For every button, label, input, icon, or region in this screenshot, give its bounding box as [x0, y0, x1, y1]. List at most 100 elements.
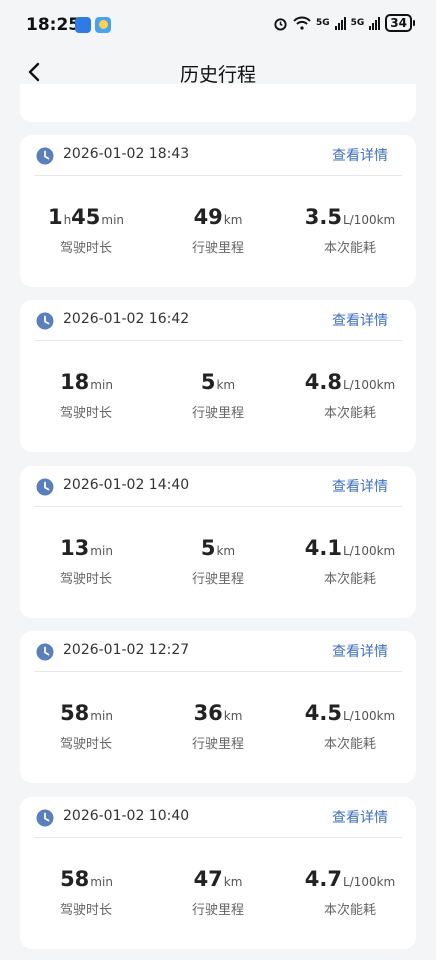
duration-label: 驾驶时长	[59, 241, 112, 256]
trip-datetime: 2026-01-02 14:40	[63, 477, 190, 493]
consumption-value: 4.8L/100km	[284, 370, 416, 398]
distance-value: 5km	[152, 536, 284, 564]
consumption-unit: L/100km	[342, 378, 396, 392]
consumption-stat: 4.1L/100km 本次能耗	[284, 536, 416, 587]
distance-unit: km	[223, 213, 243, 227]
distance-stat: 5km 行驶里程	[152, 370, 284, 421]
distance-label: 行驶里程	[191, 903, 244, 918]
app-notification-icon	[75, 17, 91, 33]
trip-datetime: 2026-01-02 12:27	[63, 642, 190, 658]
distance-number: 5	[200, 536, 216, 560]
distance-label: 行驶里程	[191, 241, 244, 256]
view-details-link[interactable]: 查看详情	[332, 641, 388, 661]
duration-label: 驾驶时长	[59, 737, 112, 752]
divider	[34, 837, 402, 838]
consumption-number: 4.8	[304, 370, 342, 394]
view-details-link[interactable]: 查看详情	[332, 476, 388, 496]
trip-card[interactable]: 2026-01-02 10:40 查看详情 58min 驾驶时长 47km 行驶…	[20, 797, 416, 949]
divider	[34, 175, 402, 176]
consumption-number: 4.1	[304, 536, 342, 560]
distance-value: 49km	[152, 205, 284, 233]
network-type-2: 5G	[350, 18, 365, 28]
trip-card-header: 2026-01-02 14:40 查看详情	[20, 466, 416, 506]
trip-card-header: 2026-01-02 10:40 查看详情	[20, 797, 416, 837]
trip-datetime: 2026-01-02 10:40	[63, 808, 190, 824]
duration-minutes-unit: min	[90, 378, 113, 392]
status-bar: 18:25 5G 5G 34	[0, 0, 436, 52]
duration-minutes: 45	[71, 205, 101, 229]
signal-icon	[334, 16, 346, 30]
trip-card-header: 2026-01-02 18:43 查看详情	[20, 135, 416, 175]
trip-card-header: 2026-01-02 16:42 查看详情	[20, 300, 416, 340]
status-time: 18:25	[26, 15, 81, 35]
trip-stats: 18min 驾驶时长 5km 行驶里程 4.8L/100km 本次能耗	[20, 370, 416, 421]
consumption-value: 3.5L/100km	[284, 205, 416, 233]
duration-minutes: 13	[60, 536, 90, 560]
wifi-icon	[293, 16, 311, 30]
duration-stat: 1h45min 驾驶时长	[20, 205, 152, 256]
duration-hours: 1	[47, 205, 63, 229]
consumption-stat: 4.7L/100km 本次能耗	[284, 867, 416, 918]
consumption-unit: L/100km	[342, 875, 396, 889]
trip-card-header: 2026-01-02 12:27 查看详情	[20, 631, 416, 671]
duration-value: 58min	[20, 867, 152, 895]
trip-stats: 58min 驾驶时长 47km 行驶里程 4.7L/100km 本次能耗	[20, 867, 416, 918]
trip-card[interactable]: 2026-01-02 12:27 查看详情 58min 驾驶时长 36km 行驶…	[20, 631, 416, 783]
duration-stat: 58min 驾驶时长	[20, 701, 152, 752]
distance-label: 行驶里程	[191, 572, 244, 587]
distance-number: 47	[193, 867, 223, 891]
trip-card[interactable]: 2026-01-02 18:43 查看详情 1h45min 驾驶时长 49km …	[20, 135, 416, 287]
consumption-number: 3.5	[304, 205, 342, 229]
duration-value: 1h45min	[20, 205, 152, 233]
duration-label: 驾驶时长	[59, 406, 112, 421]
consumption-number: 4.5	[304, 701, 342, 725]
clock-icon	[36, 809, 54, 827]
consumption-label: 本次能耗	[323, 406, 376, 421]
trip-card[interactable]: 2026-01-02 16:42 查看详情 18min 驾驶时长 5km 行驶里…	[20, 300, 416, 452]
duration-value: 58min	[20, 701, 152, 729]
duration-stat: 13min 驾驶时长	[20, 536, 152, 587]
consumption-value: 4.5L/100km	[284, 701, 416, 729]
duration-value: 18min	[20, 370, 152, 398]
distance-stat: 47km 行驶里程	[152, 867, 284, 918]
trip-datetime: 2026-01-02 16:42	[63, 311, 190, 327]
divider	[34, 506, 402, 507]
duration-minutes-unit: min	[101, 213, 125, 227]
consumption-label: 本次能耗	[323, 572, 376, 587]
duration-minutes: 18	[60, 370, 90, 394]
view-details-link[interactable]: 查看详情	[332, 310, 388, 330]
consumption-value: 4.1L/100km	[284, 536, 416, 564]
duration-minutes-unit: min	[90, 709, 113, 723]
battery-icon: 34	[385, 14, 415, 32]
consumption-unit: L/100km	[342, 213, 396, 227]
consumption-value: 4.7L/100km	[284, 867, 416, 895]
view-details-link[interactable]: 查看详情	[332, 807, 388, 827]
signal-icon-2	[369, 16, 381, 30]
clock-icon	[36, 312, 54, 330]
distance-stat: 49km 行驶里程	[152, 205, 284, 256]
distance-unit: km	[223, 709, 243, 723]
distance-label: 行驶里程	[191, 406, 244, 421]
trip-stats: 1h45min 驾驶时长 49km 行驶里程 3.5L/100km 本次能耗	[20, 205, 416, 256]
duration-minutes-unit: min	[90, 875, 113, 889]
trip-card[interactable]: 2026-01-02 14:40 查看详情 13min 驾驶时长 5km 行驶里…	[20, 466, 416, 618]
consumption-stat: 3.5L/100km 本次能耗	[284, 205, 416, 256]
distance-value: 47km	[152, 867, 284, 895]
divider	[34, 671, 402, 672]
distance-unit: km	[223, 875, 243, 889]
weather-icon	[95, 17, 111, 33]
status-indicators: 5G 5G 34	[273, 14, 415, 32]
consumption-label: 本次能耗	[323, 737, 376, 752]
consumption-unit: L/100km	[342, 544, 396, 558]
distance-stat: 5km 行驶里程	[152, 536, 284, 587]
duration-value: 13min	[20, 536, 152, 564]
trip-card-partial	[20, 84, 416, 122]
view-details-link[interactable]: 查看详情	[332, 145, 388, 165]
distance-number: 5	[200, 370, 216, 394]
trip-stats: 58min 驾驶时长 36km 行驶里程 4.5L/100km 本次能耗	[20, 701, 416, 752]
duration-minutes: 58	[60, 867, 90, 891]
duration-label: 驾驶时长	[59, 903, 112, 918]
distance-label: 行驶里程	[191, 737, 244, 752]
duration-stat: 58min 驾驶时长	[20, 867, 152, 918]
page-title: 历史行程	[179, 64, 256, 86]
